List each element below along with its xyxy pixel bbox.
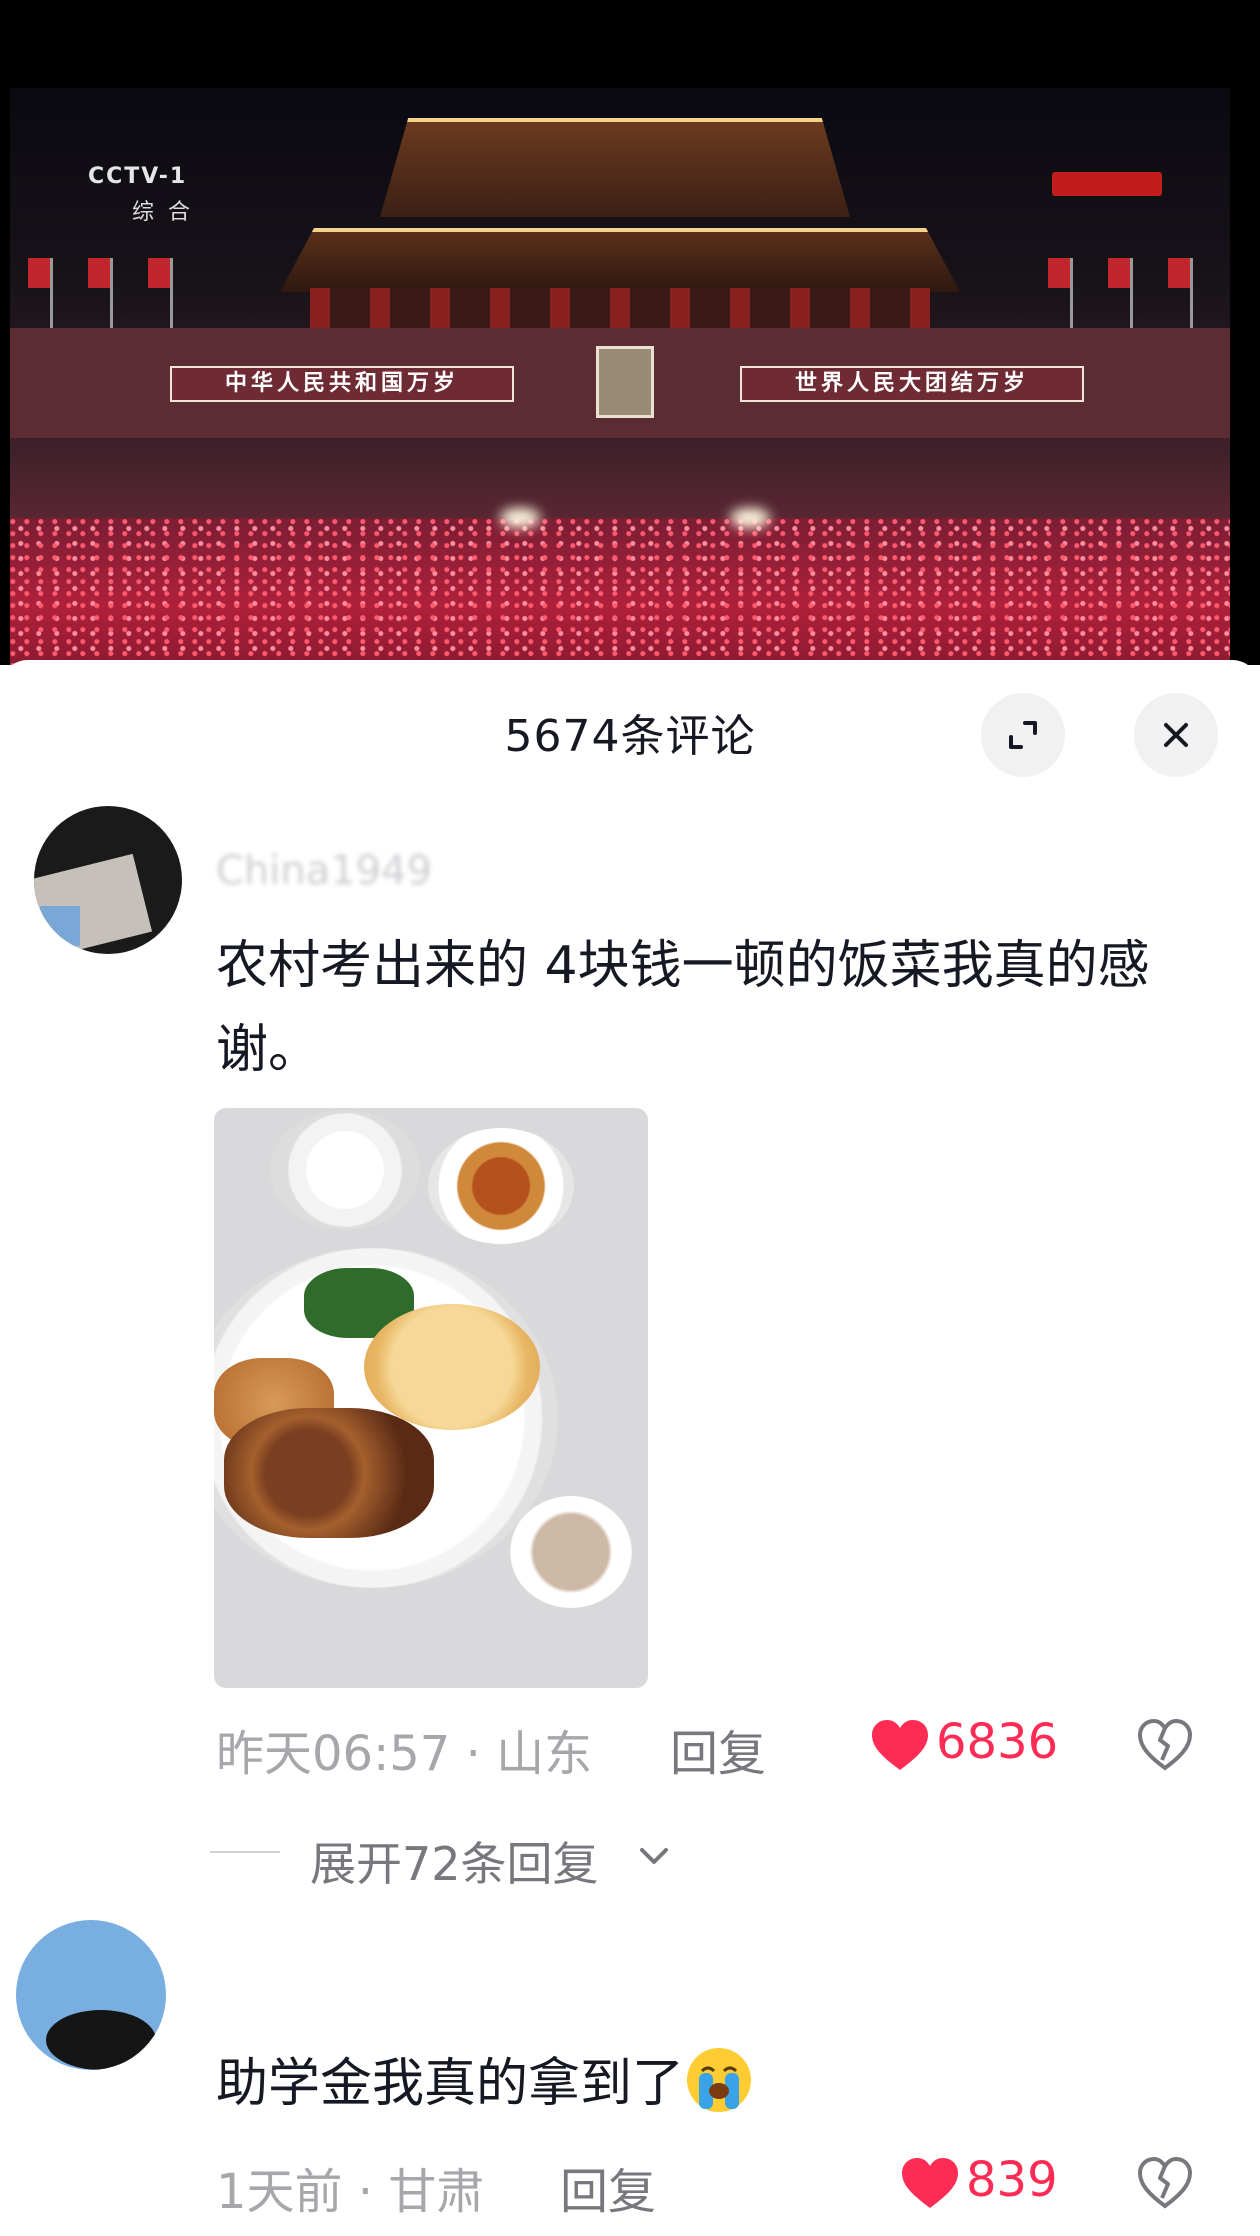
comment-text-body: 助学金我真的拿到了: [216, 2054, 685, 2114]
channel-logo: CCTV-1: [88, 164, 188, 189]
gate-roof-upper: [380, 118, 850, 217]
reply-button[interactable]: 回复: [560, 2152, 656, 2222]
comment-meta: 1天前 · 甘肃 回复 839: [216, 2152, 1226, 2220]
crowd: [10, 518, 1230, 665]
heart-icon[interactable]: [870, 1718, 930, 1772]
flag-icon: [148, 258, 173, 328]
close-button[interactable]: [1134, 693, 1218, 777]
avatar[interactable]: [34, 806, 182, 954]
gate-roof-lower: [280, 228, 960, 292]
broken-heart-icon[interactable]: [1136, 1716, 1194, 1774]
fullscreen-expand-icon: [1009, 721, 1037, 749]
comment-image[interactable]: [214, 1108, 648, 1688]
comment-text: 农村考出来的 4块钱一顿的饭菜我真的感谢。: [216, 936, 1150, 1080]
comment-username[interactable]: China1949: [216, 848, 432, 894]
like-count: 6836: [936, 1714, 1059, 1770]
comment-time-location: 昨天06:57 · 山东: [216, 1726, 593, 1782]
divider: [210, 1851, 280, 1853]
flag-icon: [28, 258, 53, 328]
banner-right: 世界人民大团结万岁: [740, 366, 1084, 402]
comment-text: 助学金我真的拿到了: [216, 2042, 1216, 2126]
video-frame: CCTV-1 综合 中华人民共和国万岁 世界人民大团结万岁: [10, 88, 1230, 665]
close-icon: [1164, 723, 1188, 747]
corner-logo: [1052, 172, 1162, 196]
portrait: [596, 346, 654, 418]
flag-icon: [88, 258, 113, 328]
expand-button[interactable]: [981, 693, 1065, 777]
banner-left: 中华人民共和国万岁: [170, 366, 514, 402]
chevron-down-icon[interactable]: [636, 1842, 672, 1872]
expand-replies-button[interactable]: 展开72条回复: [310, 1828, 599, 1894]
gate-pillars: [310, 288, 930, 328]
stage-light: [500, 508, 540, 528]
flag-icon: [1048, 258, 1073, 328]
broken-heart-icon[interactable]: [1136, 2154, 1194, 2212]
channel-subtitle: 综合: [132, 200, 205, 225]
loudly-crying-face-icon: [687, 2048, 752, 2112]
comment-time-location: 1天前 · 甘肃: [216, 2164, 485, 2220]
comment-meta: 昨天06:57 · 山东 回复 6836: [216, 1714, 1226, 1782]
stage-light: [730, 508, 770, 528]
reply-button[interactable]: 回复: [670, 1714, 766, 1784]
like-count: 839: [966, 2152, 1058, 2208]
heart-icon[interactable]: [900, 2156, 960, 2210]
flag-icon: [1108, 258, 1133, 328]
avatar[interactable]: [16, 1920, 166, 2070]
comments-count-title: 5674条评论: [504, 711, 756, 762]
comments-sheet: 5674条评论 China1949 农村考出来的 4块钱一顿的饭菜我真的感谢。 …: [0, 660, 1260, 2236]
video-player[interactable]: CCTV-1 综合 中华人民共和国万岁 世界人民大团结万岁: [0, 0, 1260, 665]
flag-icon: [1168, 258, 1193, 328]
